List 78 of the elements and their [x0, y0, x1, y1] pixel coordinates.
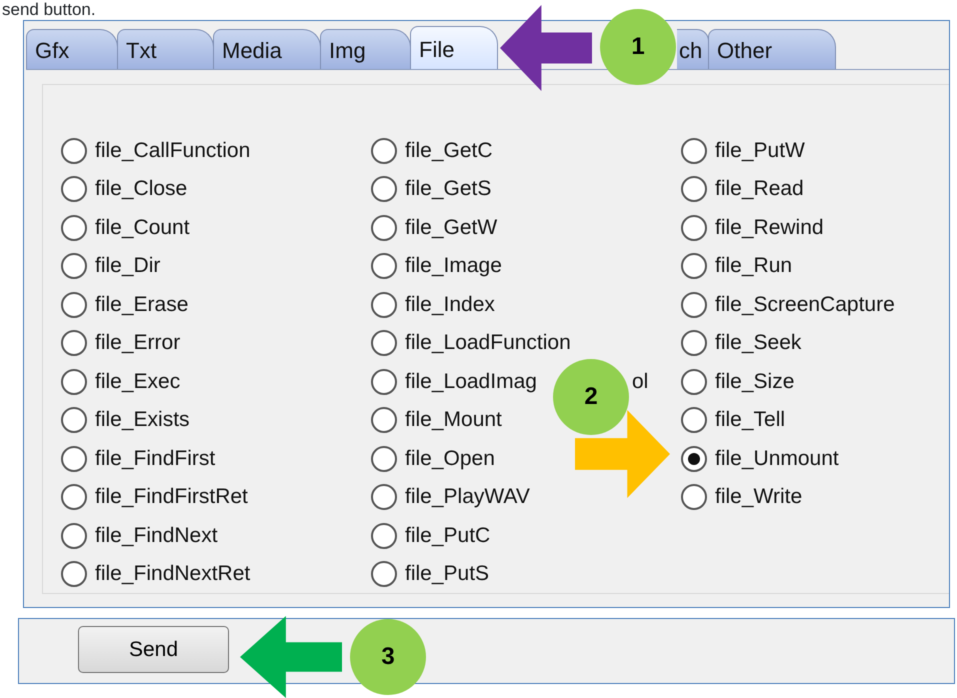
option-label[interactable]: file_Erase	[95, 288, 188, 320]
option-label[interactable]: file_Count	[95, 212, 190, 244]
tab[interactable]: Img	[320, 29, 411, 69]
option-label[interactable]: file_Exec	[95, 366, 180, 398]
radio-button[interactable]	[681, 484, 707, 510]
option-label[interactable]: file_CallFunction	[95, 134, 250, 166]
radio-button[interactable]	[61, 484, 87, 510]
option-label[interactable]: file_Write	[715, 481, 802, 513]
option-label[interactable]: file_Exists	[95, 404, 190, 436]
tab[interactable]: File	[410, 26, 498, 69]
option-label[interactable]: file_PutW	[715, 134, 805, 166]
radio-button[interactable]	[61, 330, 87, 356]
radio-button[interactable]	[681, 176, 707, 202]
radio-button[interactable]	[681, 407, 707, 433]
radio-button[interactable]	[371, 407, 397, 433]
radio-button[interactable]	[61, 138, 87, 164]
option-label[interactable]: file_Image	[405, 250, 502, 282]
radio-button[interactable]	[371, 446, 397, 472]
option-label[interactable]: file_Size	[715, 366, 794, 398]
send-button[interactable]: Send	[78, 626, 229, 673]
radio-button[interactable]	[681, 292, 707, 318]
option-label[interactable]: file_GetS	[405, 173, 492, 205]
option-label[interactable]: file_Read	[715, 173, 804, 205]
radio-button[interactable]	[371, 176, 397, 202]
option-label[interactable]: file_FindNext	[95, 520, 218, 552]
option-label[interactable]: file_PlayWAV	[405, 481, 530, 513]
radio-button[interactable]	[61, 176, 87, 202]
option-label[interactable]: file_Error	[95, 327, 180, 359]
radio-button[interactable]	[61, 446, 87, 472]
radio-button[interactable]	[61, 253, 87, 279]
radio-button[interactable]	[61, 368, 87, 394]
option-label[interactable]: file_Mount	[405, 404, 502, 436]
option-label[interactable]: file_GetW	[405, 212, 498, 244]
tab[interactable]: Other	[708, 29, 836, 69]
radio-button[interactable]	[371, 330, 397, 356]
radio-button[interactable]	[371, 522, 397, 548]
option-label[interactable]: file_Run	[715, 250, 792, 282]
option-label[interactable]: file_FindFirst	[95, 442, 216, 474]
radio-button[interactable]	[371, 561, 397, 587]
radio-button[interactable]	[681, 253, 707, 279]
radio-button[interactable]	[681, 368, 707, 394]
radio-button[interactable]	[681, 330, 707, 356]
option-label[interactable]: file_ScreenCapture	[715, 288, 895, 320]
option-label[interactable]: ol	[632, 366, 648, 398]
tab[interactable]: Gfx	[26, 29, 118, 69]
radio-button[interactable]	[371, 484, 397, 510]
tab[interactable]: Media	[213, 29, 321, 69]
option-label[interactable]: file_FindNextRet	[95, 558, 250, 590]
option-label[interactable]: file_LoadFunction	[405, 327, 571, 359]
radio-button[interactable]	[61, 561, 87, 587]
caption-text: send button.	[1, 0, 97, 20]
option-label[interactable]: file_PutC	[405, 520, 490, 552]
option-label[interactable]: file_FindFirstRet	[95, 481, 248, 513]
radio-button[interactable]	[371, 292, 397, 318]
option-label[interactable]: file_Open	[405, 442, 495, 474]
option-label[interactable]: file_Unmount	[715, 442, 839, 474]
option-label[interactable]: file_Rewind	[715, 212, 824, 244]
tab[interactable]: ch	[677, 29, 709, 69]
option-label[interactable]: file_GetC	[405, 134, 493, 166]
radio-button[interactable]	[681, 138, 707, 164]
option-label[interactable]: file_PutS	[405, 558, 490, 590]
option-label[interactable]: file_Seek	[715, 327, 802, 359]
radio-button[interactable]	[61, 214, 87, 240]
option-label[interactable]: file_Tell	[715, 404, 786, 436]
radio-button[interactable]	[61, 407, 87, 433]
tab[interactable]: Txt	[117, 29, 214, 69]
radio-button[interactable]	[371, 138, 397, 164]
option-label[interactable]: file_Dir	[95, 250, 160, 282]
radio-button[interactable]	[681, 446, 707, 472]
option-label[interactable]: file_Index	[405, 288, 495, 320]
option-label[interactable]: file_Close	[95, 173, 188, 205]
radio-button[interactable]	[371, 214, 397, 240]
radio-button[interactable]	[681, 214, 707, 240]
radio-button[interactable]	[371, 368, 397, 394]
option-label[interactable]: file_LoadImag	[405, 366, 537, 398]
radio-button[interactable]	[61, 522, 87, 548]
radio-button[interactable]	[61, 292, 87, 318]
radio-button[interactable]	[371, 253, 397, 279]
